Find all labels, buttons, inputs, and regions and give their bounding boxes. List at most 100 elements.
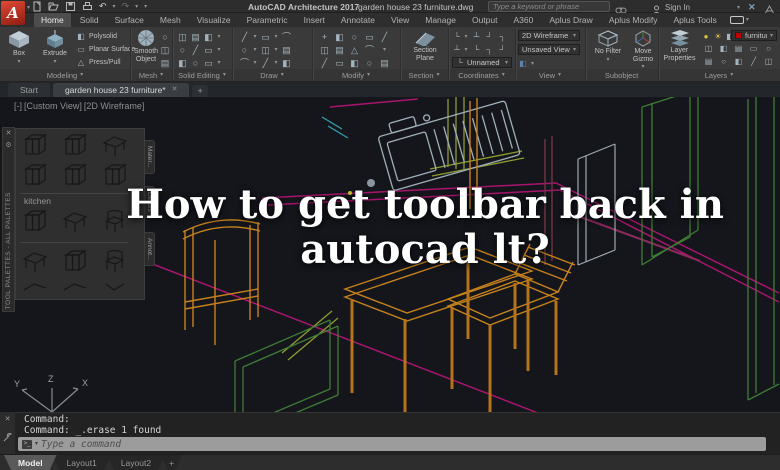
ucs-tool-icon[interactable]: ┴ <box>472 31 482 42</box>
ucs-name-dropdown[interactable]: └ Unnamed ▾ <box>452 57 512 68</box>
draw-arc-icon[interactable]: ⌒ <box>281 31 293 43</box>
layer-tool-icon[interactable]: ▤ <box>704 56 714 67</box>
solid-caret-icon[interactable]: ▾ <box>217 60 220 66</box>
ribbon-tab-parametric[interactable]: Parametric <box>240 13 295 27</box>
layout-tab-model[interactable]: Model <box>4 455 57 470</box>
no-filter-caret-icon[interactable]: ▾ <box>606 57 609 63</box>
extrude-caret-icon[interactable]: ▾ <box>53 59 56 65</box>
layer-tool-icon[interactable]: ○ <box>719 56 729 67</box>
solid-tool-icon[interactable]: ○ <box>177 44 189 56</box>
ribbon-tab-output[interactable]: Output <box>465 13 505 27</box>
command-customize-icon[interactable]: >_ <box>22 439 32 449</box>
palette-close-icon[interactable]: ✕ <box>6 130 12 138</box>
polysolid-button[interactable]: ◧ Polysolid <box>76 31 117 42</box>
solid-tool-icon[interactable]: ○ <box>190 57 202 69</box>
app-menu-button[interactable]: A <box>1 1 25 25</box>
draw-line-icon[interactable]: ╱ <box>239 31 251 43</box>
ucs-tool-icon[interactable]: ┴ <box>452 44 462 55</box>
exchange-apps-icon[interactable]: ✕ <box>748 2 756 13</box>
draw-arc-icon[interactable]: ⌒ <box>239 57 251 69</box>
smooth-object-button[interactable]: Smooth Object <box>132 29 160 63</box>
tool-palette-title-bar[interactable]: ✕ ⚙ TOOL PALETTES - ALL PALETTES <box>2 127 15 312</box>
draw-caret-icon[interactable]: ▾ <box>274 47 277 53</box>
media-panel-icon[interactable] <box>729 16 744 24</box>
solid-tool-icon[interactable]: ◧ <box>177 57 189 69</box>
sign-in-caret-icon[interactable]: ▾ <box>737 5 740 11</box>
ucs-tool-icon[interactable]: └ <box>472 44 482 55</box>
no-filter-button[interactable]: No Filter ▾ <box>592 30 624 63</box>
solid-tool-icon[interactable]: ◧ <box>203 31 215 43</box>
modify-tool-icon[interactable]: ▭ <box>334 57 346 69</box>
layer-tool-icon[interactable]: ◫ <box>704 43 714 54</box>
palette-item-cabinet-open[interactable] <box>22 208 48 234</box>
panel-label-mesh[interactable]: Mesh ▾ <box>130 69 172 81</box>
command-input[interactable] <box>41 438 762 450</box>
layer-tool-icon[interactable]: ◧ <box>734 56 744 67</box>
layout-tab-layout2[interactable]: Layout2 <box>107 455 165 470</box>
panel-label-modify[interactable]: Modify ▾ <box>312 69 400 81</box>
palette-item-table[interactable] <box>22 248 48 274</box>
modify-tool-icon[interactable]: ▤ <box>334 44 346 56</box>
solid-tool-icon[interactable]: ▭ <box>203 44 215 56</box>
press-pull-button[interactable]: △ Press/Pull <box>76 57 121 68</box>
modify-tool-icon[interactable]: ○ <box>364 57 376 69</box>
draw-caret-icon[interactable]: ▾ <box>253 34 256 40</box>
ribbon-tab-aplus-modify[interactable]: Aplus Modify <box>602 13 665 27</box>
ribbon-tab-surface[interactable]: Surface <box>108 13 151 27</box>
file-tab-start[interactable]: Start <box>8 83 50 97</box>
ribbon-tab-mesh[interactable]: Mesh <box>153 13 188 27</box>
ucs-tool-icon[interactable]: ┐ <box>485 44 495 55</box>
sign-in-button[interactable]: Sign In <box>665 3 690 12</box>
palette-item-cabinet[interactable] <box>22 162 48 188</box>
solid-tool-icon[interactable]: ▤ <box>190 31 202 43</box>
viewport-view-button[interactable]: [Custom View] <box>24 101 82 111</box>
layer-on-bulb-icon[interactable]: ● <box>701 31 711 42</box>
palette-properties-gear-icon[interactable]: ⚙ <box>5 142 11 150</box>
layer-freeze-sun-icon[interactable]: ☀ <box>713 31 723 42</box>
layer-tool-icon[interactable]: ○ <box>764 43 774 54</box>
redo-caret-icon[interactable]: ▾ <box>135 4 138 10</box>
plot-printer-icon[interactable] <box>82 1 93 12</box>
palette-item-trim[interactable] <box>62 280 88 294</box>
save-icon[interactable] <box>65 1 76 12</box>
viewport-visual-style-button[interactable]: [2D Wireframe] <box>84 101 145 111</box>
layer-dropdown[interactable]: furniture ▾ <box>731 30 777 41</box>
section-plane-button[interactable]: Section Plane <box>404 30 446 62</box>
mesh-tool-icon[interactable]: ○ <box>159 31 171 43</box>
draw-caret-icon[interactable]: ▾ <box>274 60 277 66</box>
ribbon-tab-insert[interactable]: Insert <box>297 13 332 27</box>
mesh-tool-icon[interactable]: ▤ <box>159 57 171 69</box>
modify-tool-icon[interactable]: ◧ <box>349 57 361 69</box>
move-gizmo-button[interactable]: Move Gizmo ▾ <box>627 30 659 71</box>
file-tab-close-icon[interactable]: ✕ <box>172 86 178 93</box>
panel-label-subobject[interactable]: Subobject <box>585 69 658 81</box>
palette-side-tab-materials[interactable]: Mater... <box>145 140 155 174</box>
modify-tool-icon[interactable]: ╱ <box>319 57 331 69</box>
panel-label-draw[interactable]: Draw ▾ <box>232 69 312 81</box>
panel-label-view[interactable]: View ▾ <box>515 69 585 81</box>
panel-label-coordinates[interactable]: Coordinates ▾ <box>448 69 515 81</box>
layer-properties-button[interactable]: Layer Properties <box>661 29 698 62</box>
palette-item-cabinet[interactable] <box>22 132 48 158</box>
palette-item-sink[interactable] <box>102 132 128 158</box>
modify-tool-icon[interactable]: ⌒ <box>364 44 376 56</box>
extrude-button[interactable]: Extrude ▾ <box>38 30 72 65</box>
mesh-tool-icon[interactable]: ◫ <box>159 44 171 56</box>
panel-label-layers[interactable]: Layers ▾ <box>658 69 780 81</box>
draw-caret-icon[interactable]: ▾ <box>253 47 256 53</box>
layer-tool-icon[interactable]: ▤ <box>734 43 744 54</box>
layer-tool-icon[interactable]: ╱ <box>749 56 759 67</box>
ribbon-tab-view[interactable]: View <box>384 13 416 27</box>
solid-tool-icon[interactable]: ╱ <box>190 44 202 56</box>
modify-tool-icon[interactable]: ╱ <box>379 31 391 43</box>
ucs-caret-icon[interactable]: ▾ <box>464 47 467 53</box>
undo-icon[interactable]: ↶ <box>99 1 107 12</box>
modify-tool-icon[interactable]: △ <box>349 44 361 56</box>
box-caret-icon[interactable]: ▾ <box>17 59 20 65</box>
ribbon-tab-aplus-tools[interactable]: Aplus Tools <box>666 13 723 27</box>
solid-caret-icon[interactable]: ▾ <box>217 34 220 40</box>
ucs-tool-icon[interactable]: ┘ <box>485 31 495 42</box>
solid-tool-icon[interactable]: ◫ <box>177 31 189 43</box>
modify-tool-icon[interactable]: ○ <box>349 31 361 43</box>
box-button[interactable]: Box ▾ <box>2 30 36 65</box>
